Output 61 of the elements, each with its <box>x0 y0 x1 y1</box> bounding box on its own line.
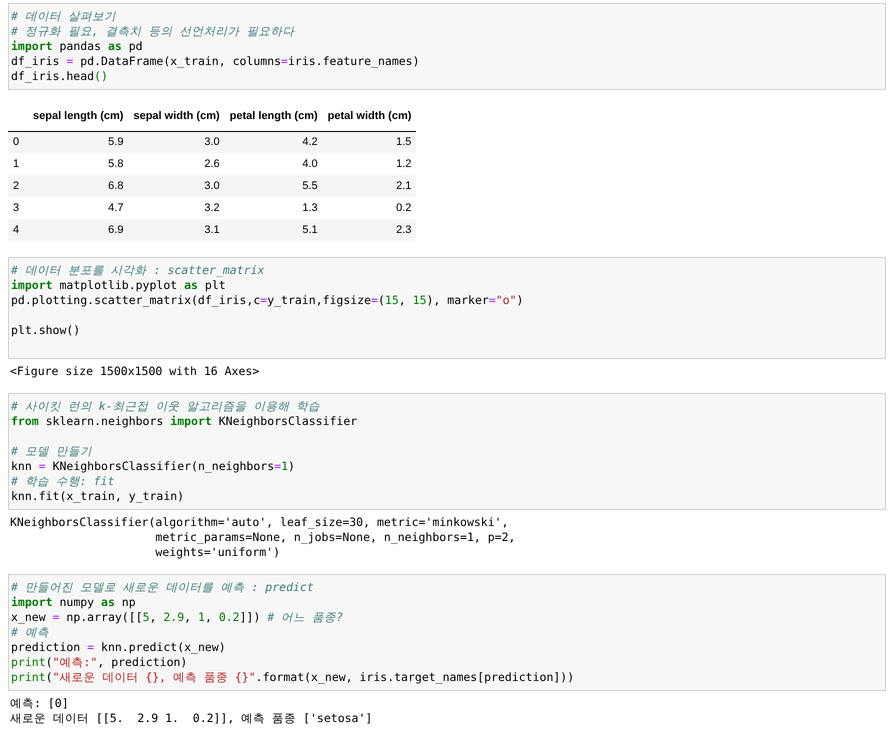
table-cell: 5.9 <box>108 136 124 148</box>
row-index: 2 <box>13 180 20 192</box>
code-line: prediction = knn.predict(x_new) <box>11 640 226 655</box>
output-line: metric_params=None, n_jobs=None, n_neighbors=1, p=2, <box>154 530 516 545</box>
code-line: df_iris = pd.DataFrame(x_train, columns=iris.feature_names) <box>11 54 420 69</box>
table-cell: 2.3 <box>396 224 412 236</box>
table-cell: 3.0 <box>204 136 220 148</box>
table-cell: 4.7 <box>108 202 124 214</box>
code-line: x_new = np.array([[5, 2.9, 1, 0.2]]) # 어느 품종? <box>11 610 343 625</box>
code-line: import pandas as pd <box>11 39 143 54</box>
table-cell: 4.2 <box>302 136 318 148</box>
output-line: 예측: [0] <box>10 696 69 711</box>
table-cell: 1.2 <box>396 158 412 170</box>
code-line: # 정규화 필요, 결측치 등의 선언처리가 필요하다 <box>11 24 294 39</box>
table-cell: 5.8 <box>108 158 124 170</box>
table-cell: 3.0 <box>204 180 220 192</box>
code-line: # 만들어진 모델로 새로운 데이터를 예측 : predict <box>11 580 314 595</box>
column-header: sepal width (cm) <box>133 110 220 122</box>
code-cell[interactable]: # 데이터 살펴보기 # 정규화 필요, 결측치 등의 선언처리가 필요하다 import pandas as pd df_iris = pd.DataFrame(x_train, columns=iris.feature_names) df_iris.head() <box>8 3 886 90</box>
row-index: 0 <box>13 136 20 148</box>
table-cell: 1.5 <box>396 136 412 148</box>
code-line: # 예측 <box>11 625 49 640</box>
code-line: # 데이터 분포를 시각화 : scatter_matrix <box>11 263 264 278</box>
table-cell: 6.9 <box>108 224 124 236</box>
code-cell[interactable] <box>8 574 886 691</box>
code-line: df_iris.head() <box>11 69 108 84</box>
table-cell: 2.6 <box>204 158 220 170</box>
column-header: petal length (cm) <box>230 110 318 122</box>
code-line: # 학습 수행: fit <box>11 474 114 489</box>
row-index: 1 <box>13 158 20 170</box>
code-line: # 모델 만들기 <box>11 444 92 459</box>
table-cell: 0.2 <box>396 202 412 214</box>
column-header: petal width (cm) <box>328 110 412 122</box>
table-cell: 5.5 <box>302 180 318 192</box>
table-cell: 2.1 <box>396 180 412 192</box>
code-line: knn.fit(x_train, y_train) <box>11 489 184 504</box>
code-cell[interactable]: # 데이터 분포를 시각화 : scatter_matrix import matplotlib.pyplot as plt pd.plotting.scatter_matrix(df_iris,c=y_train,figsize=(15, 15), marker="o") plt.show() <box>8 257 886 359</box>
code-line: # 사이킷 런의 k-최근접 이웃 알고리즘을 이용해 학습 <box>11 399 320 414</box>
output-line: weights='uniform') <box>154 545 280 560</box>
code-line: plt.show() <box>11 323 80 338</box>
code-line: print("새로운 데이터 {}, 예측 품종 {}".format(x_new, iris.target_names[prediction])) <box>11 670 574 685</box>
table-cell: 5.1 <box>302 224 318 236</box>
code-line: print("예측:", prediction) <box>11 655 188 670</box>
table-cell: 3.2 <box>204 202 220 214</box>
row-index: 4 <box>13 224 20 236</box>
output-line: KNeighborsClassifier(algorithm='auto', leaf_size=30, metric='minkowski', <box>10 515 508 530</box>
table-cell: 3.1 <box>204 224 220 236</box>
code-cell[interactable]: # 사이킷 런의 k-최근접 이웃 알고리즘을 이용해 학습 from sklearn.neighbors import KNeighborsClassifier # 모델 만들기 knn = KNeighborsClassifier(n_neighbors=1) # 학습 수행: fit knn.fit(x_train, y_train) <box>8 393 886 510</box>
table-cell: 4.0 <box>302 158 318 170</box>
table-cell: 1.3 <box>302 202 318 214</box>
code-line: knn = KNeighborsClassifier(n_neighbors=1) <box>11 459 295 474</box>
output-line: <Figure size 1500x1500 with 16 Axes> <box>10 364 260 379</box>
code-line: import matplotlib.pyplot as plt <box>11 278 226 293</box>
code-line: # 데이터 살펴보기 <box>11 9 116 24</box>
code-line: from sklearn.neighbors import KNeighborsClassifier <box>11 414 358 429</box>
column-header: sepal length (cm) <box>33 110 124 122</box>
table-cell: 6.8 <box>108 180 124 192</box>
code-line: pd.plotting.scatter_matrix(df_iris,c=y_train,figsize=(15, 15), marker="o") <box>11 293 524 308</box>
output-line: 새로운 데이터 [[5. 2.9 1. 0.2]], 예측 품종 ['setosa'] <box>10 711 372 726</box>
code-line: import numpy as np <box>11 595 136 610</box>
row-index: 3 <box>13 202 20 214</box>
